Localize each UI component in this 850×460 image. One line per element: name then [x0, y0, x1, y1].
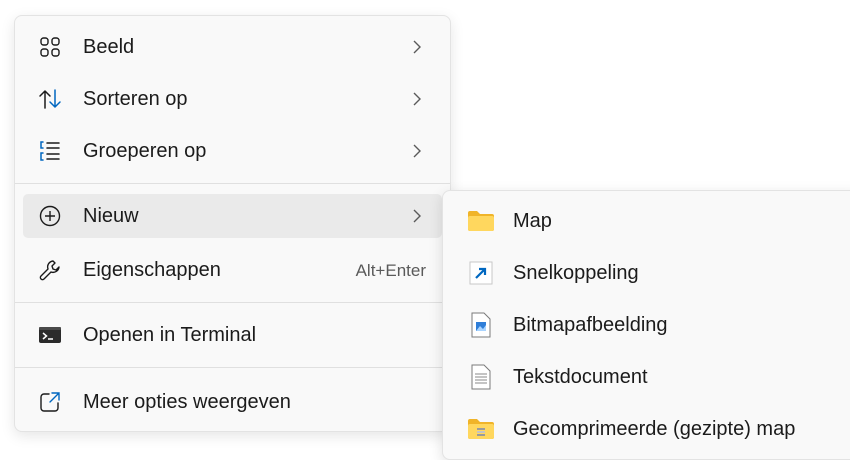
context-menu: Beeld Sorteren op Groeperen op Nieuw Eig…: [14, 15, 451, 432]
menu-item-sorteren-op[interactable]: Sorteren op: [23, 77, 442, 121]
shortcut-hint: Alt+Enter: [355, 261, 426, 280]
plus-circle-icon: [37, 204, 63, 228]
menu-item-beeld[interactable]: Beeld: [23, 25, 442, 69]
submenu-item-tekstdocument[interactable]: Tekstdocument: [451, 354, 850, 400]
zip-folder-icon: [467, 417, 495, 441]
menu-item-meer-opties-weergeven[interactable]: Meer opties weergeven: [23, 380, 442, 424]
grid-icon: [37, 35, 63, 59]
separator: [15, 367, 450, 368]
shortcut-arrow-icon: [467, 261, 495, 285]
submenu-item-label: Snelkoppeling: [513, 262, 639, 284]
menu-item-eigenschappen[interactable]: Eigenschappen Alt+Enter: [23, 248, 442, 292]
external-window-icon: [37, 390, 63, 414]
chevron-right-icon: [410, 87, 424, 111]
separator: [15, 183, 450, 184]
wrench-icon: [37, 258, 63, 282]
text-document-icon: [467, 364, 495, 390]
separator: [15, 302, 450, 303]
submenu-item-label: Bitmapafbeelding: [513, 314, 668, 336]
menu-item-label: Beeld: [83, 36, 135, 58]
menu-item-groeperen-op[interactable]: Groeperen op: [23, 129, 442, 173]
submenu-item-label: Gecomprimeerde (gezipte) map: [513, 418, 796, 440]
menu-item-label: Sorteren op: [83, 88, 188, 110]
submenu-item-map[interactable]: Map: [451, 198, 850, 244]
sort-arrows-icon: [37, 87, 63, 111]
menu-item-label: Openen in Terminal: [83, 324, 257, 346]
submenu-item-gecomprimeerde-map[interactable]: Gecomprimeerde (gezipte) map: [451, 406, 850, 452]
submenu-item-label: Tekstdocument: [513, 366, 648, 388]
menu-item-label: Meer opties weergeven: [83, 391, 291, 413]
menu-item-nieuw[interactable]: Nieuw: [23, 194, 442, 238]
menu-item-label: Groeperen op: [83, 140, 207, 162]
submenu-item-label: Map: [513, 210, 552, 232]
submenu-item-snelkoppeling[interactable]: Snelkoppeling: [451, 250, 850, 296]
chevron-right-icon: [410, 139, 424, 163]
bitmap-file-icon: [467, 312, 495, 338]
menu-item-label: Eigenschappen: [83, 259, 221, 281]
chevron-right-icon: [410, 204, 424, 228]
new-submenu: Map Snelkoppeling Bitmapafbeelding Tekst…: [442, 190, 850, 460]
folder-icon: [467, 209, 495, 233]
menu-item-openen-in-terminal[interactable]: Openen in Terminal: [23, 313, 442, 357]
terminal-icon: [37, 323, 63, 347]
submenu-item-bitmapafbeelding[interactable]: Bitmapafbeelding: [451, 302, 850, 348]
group-list-icon: [37, 139, 63, 163]
chevron-right-icon: [410, 35, 424, 59]
menu-item-label: Nieuw: [83, 205, 139, 227]
